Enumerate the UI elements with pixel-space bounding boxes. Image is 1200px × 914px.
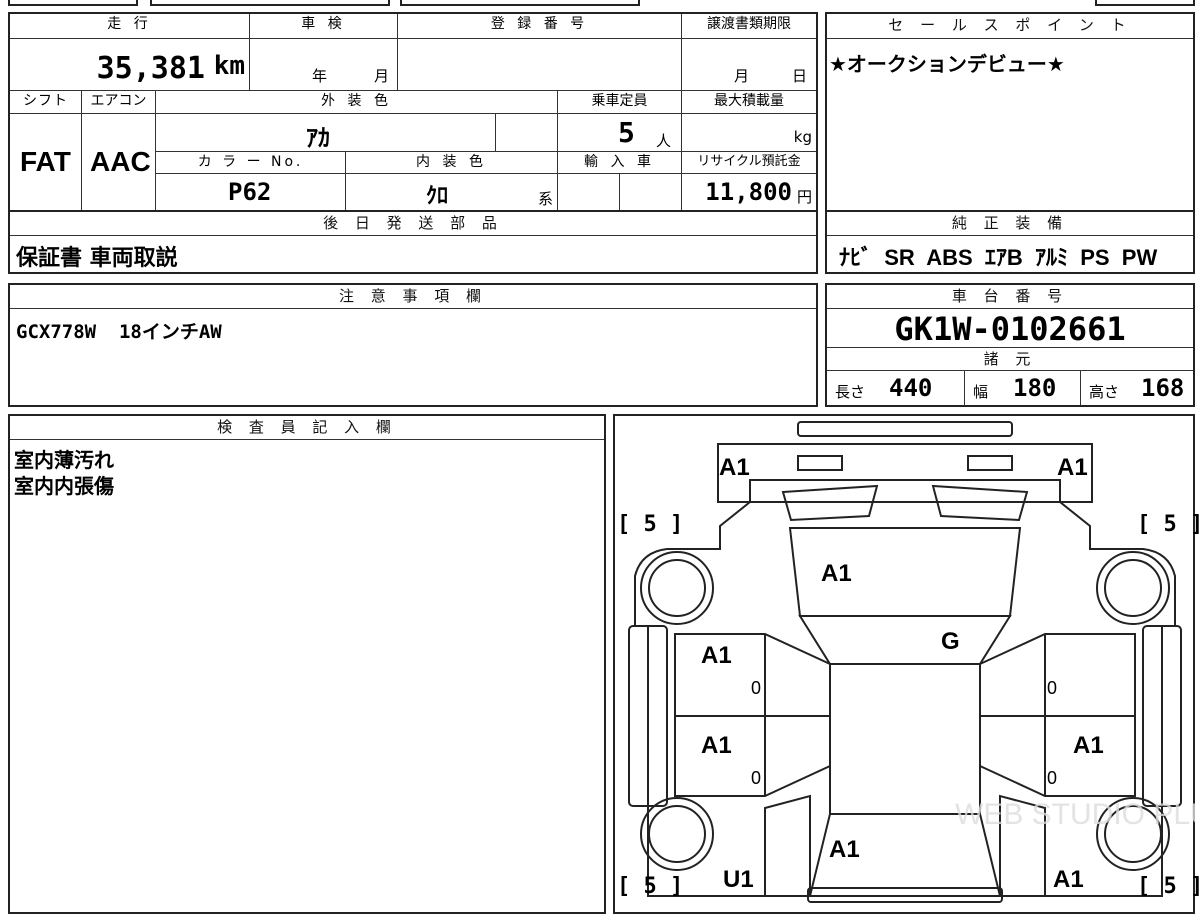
maxload-cell: kg (682, 114, 816, 152)
mileage-label: 走 行 (10, 14, 250, 39)
inspector-line-1: 室内薄汚れ (14, 448, 114, 472)
equipment-label: 純 正 装 備 (827, 212, 1193, 236)
exterior-extra-cell (496, 114, 558, 152)
tire-rear-right: [ 5 ] (1137, 874, 1200, 899)
import-cell-1 (558, 174, 620, 210)
length-value: 440 (889, 374, 933, 402)
width-value: 180 (1013, 374, 1057, 402)
inspection-month-unit: 月 (374, 67, 390, 85)
grade-rear-left: U1 (723, 866, 754, 893)
grade-roof-rear: A1 (829, 836, 860, 863)
parts-text: 保証書 車両取説 (16, 246, 178, 271)
spec-label: 諸 元 (827, 347, 1193, 371)
mileage-cell: 35,381 km (10, 39, 250, 91)
height-value: 168 (1141, 374, 1185, 402)
tire-front-left: [ 5 ] (617, 512, 684, 537)
maxload-label: 最大積載量 (682, 91, 816, 114)
tire-rear-left: [ 5 ] (617, 874, 684, 899)
interior-unit: 系 (537, 190, 553, 208)
aircon-label: エアコン (82, 91, 156, 114)
sales-point-box: セ ー ル ス ポ イ ン ト ★オークションデビュー★ (825, 12, 1195, 212)
capacity-cell: 5 人 (558, 114, 682, 152)
notes-label: 注 意 事 項 欄 (10, 285, 816, 309)
width-label: 幅 (973, 383, 989, 401)
interior-cell: ｸﾛ 系 (346, 174, 558, 210)
maxload-unit: kg (793, 128, 812, 146)
parts-box: 後 日 発 送 部 品 保証書 車両取説 (8, 212, 818, 274)
length-label: 長さ (835, 383, 866, 401)
recycle-value: 11,800 (705, 178, 792, 206)
inspector-line-2: 室内内張傷 (14, 474, 114, 498)
shift-cell: FAT (10, 114, 82, 210)
spec-grid: 走 行 車 検 登 録 番 号 譲渡書類期限 35,381 km 年 月 月 日… (8, 12, 818, 212)
recycle-unit: 円 (796, 188, 812, 206)
inspection-year-unit: 年 (312, 67, 328, 85)
mileage-unit: km (213, 51, 245, 81)
sales-point-label: セ ー ル ス ポ イ ン ト (827, 14, 1193, 39)
recycle-cell: 11,800 円 (682, 174, 816, 210)
notes-text: GCX778W 18インチAW (16, 321, 222, 343)
grade-rear-right: A1 (1053, 866, 1084, 893)
door-zero-2: 0 (1047, 678, 1058, 698)
equipment-items: ﾅﾋﾞ SR ABS ｴｱB ｱﾙﾐ PS PW (839, 245, 1158, 270)
tire-front-right: [ 5 ] (1137, 512, 1200, 537)
grade-front-right: A1 (1057, 454, 1088, 481)
capacity-unit: 人 (656, 132, 672, 150)
grade-windshield: G (941, 628, 960, 655)
transfer-label: 譲渡書類期限 (682, 14, 816, 39)
transfer-month-unit: 月 (734, 67, 750, 85)
inspection-cell: 年 月 (250, 39, 398, 91)
transfer-cell: 月 日 (682, 39, 816, 91)
top-strip (0, 0, 1200, 8)
shift-value: FAT (20, 146, 71, 177)
capacity-label: 乗車定員 (558, 91, 682, 114)
import-label: 輸 入 車 (558, 152, 682, 174)
shift-label: シフト (10, 91, 82, 114)
aircon-value: AAC (90, 146, 151, 177)
notes-box: 注 意 事 項 欄 GCX778W 18インチAW (8, 283, 818, 407)
exterior-cell: ｱｶ (156, 114, 496, 152)
registration-cell (398, 39, 682, 91)
exterior-label: 外 装 色 (156, 91, 558, 114)
door-zero-1: 0 (751, 678, 762, 698)
length-cell: 長さ 440 (827, 371, 965, 405)
inspection-label: 車 検 (250, 14, 398, 39)
grade-front-left: A1 (719, 454, 750, 481)
aircon-cell: AAC (82, 114, 156, 210)
grade-front-door-left: A1 (701, 642, 732, 669)
capacity-value: 5 (618, 116, 635, 149)
colorno-label: カ ラ ー No. (156, 152, 346, 174)
grade-rear-door-left: A1 (701, 732, 732, 759)
equipment-box: 純 正 装 備 ﾅﾋﾞ SR ABS ｴｱB ｱﾙﾐ PS PW (825, 212, 1195, 274)
car-diagram-box: WEB STUDIO PLUS A1 A1 [ 5 ] [ 5 ] A1 G A… (613, 414, 1200, 914)
height-label: 高さ (1089, 383, 1120, 401)
transfer-day-unit: 日 (792, 67, 808, 85)
colorno-cell: P62 (156, 174, 346, 210)
width-cell: 幅 180 (965, 371, 1081, 405)
interior-label: 内 装 色 (346, 152, 558, 174)
sales-point-text: ★オークションデビュー★ (829, 52, 1065, 76)
inspector-label: 検 査 員 記 入 欄 (10, 416, 604, 440)
height-cell: 高さ 168 (1081, 371, 1193, 405)
diagram-watermark: WEB STUDIO PLUS (955, 798, 1195, 831)
chassis-box: 車 台 番 号 GK1W-0102661 諸 元 長さ 440 幅 180 高さ… (825, 283, 1195, 407)
inspector-box: 検 査 員 記 入 欄 室内薄汚れ 室内内張傷 (8, 414, 606, 914)
interior-value: ｸﾛ (426, 184, 449, 209)
grade-hood: A1 (821, 560, 852, 587)
parts-label: 後 日 発 送 部 品 (10, 212, 816, 236)
door-zero-3: 0 (751, 768, 762, 788)
mileage-value: 35,381 (96, 51, 205, 86)
import-cell-2 (620, 174, 682, 210)
door-zero-4: 0 (1047, 768, 1058, 788)
recycle-label: リサイクル預託金 (682, 152, 816, 174)
registration-label: 登 録 番 号 (398, 14, 682, 39)
colorno-value: P62 (228, 178, 272, 206)
exterior-value: ｱｶ (306, 124, 330, 152)
grade-rear-door-right: A1 (1073, 732, 1104, 759)
chassis-label: 車 台 番 号 (827, 285, 1193, 309)
chassis-value: GK1W-0102661 (894, 310, 1126, 348)
